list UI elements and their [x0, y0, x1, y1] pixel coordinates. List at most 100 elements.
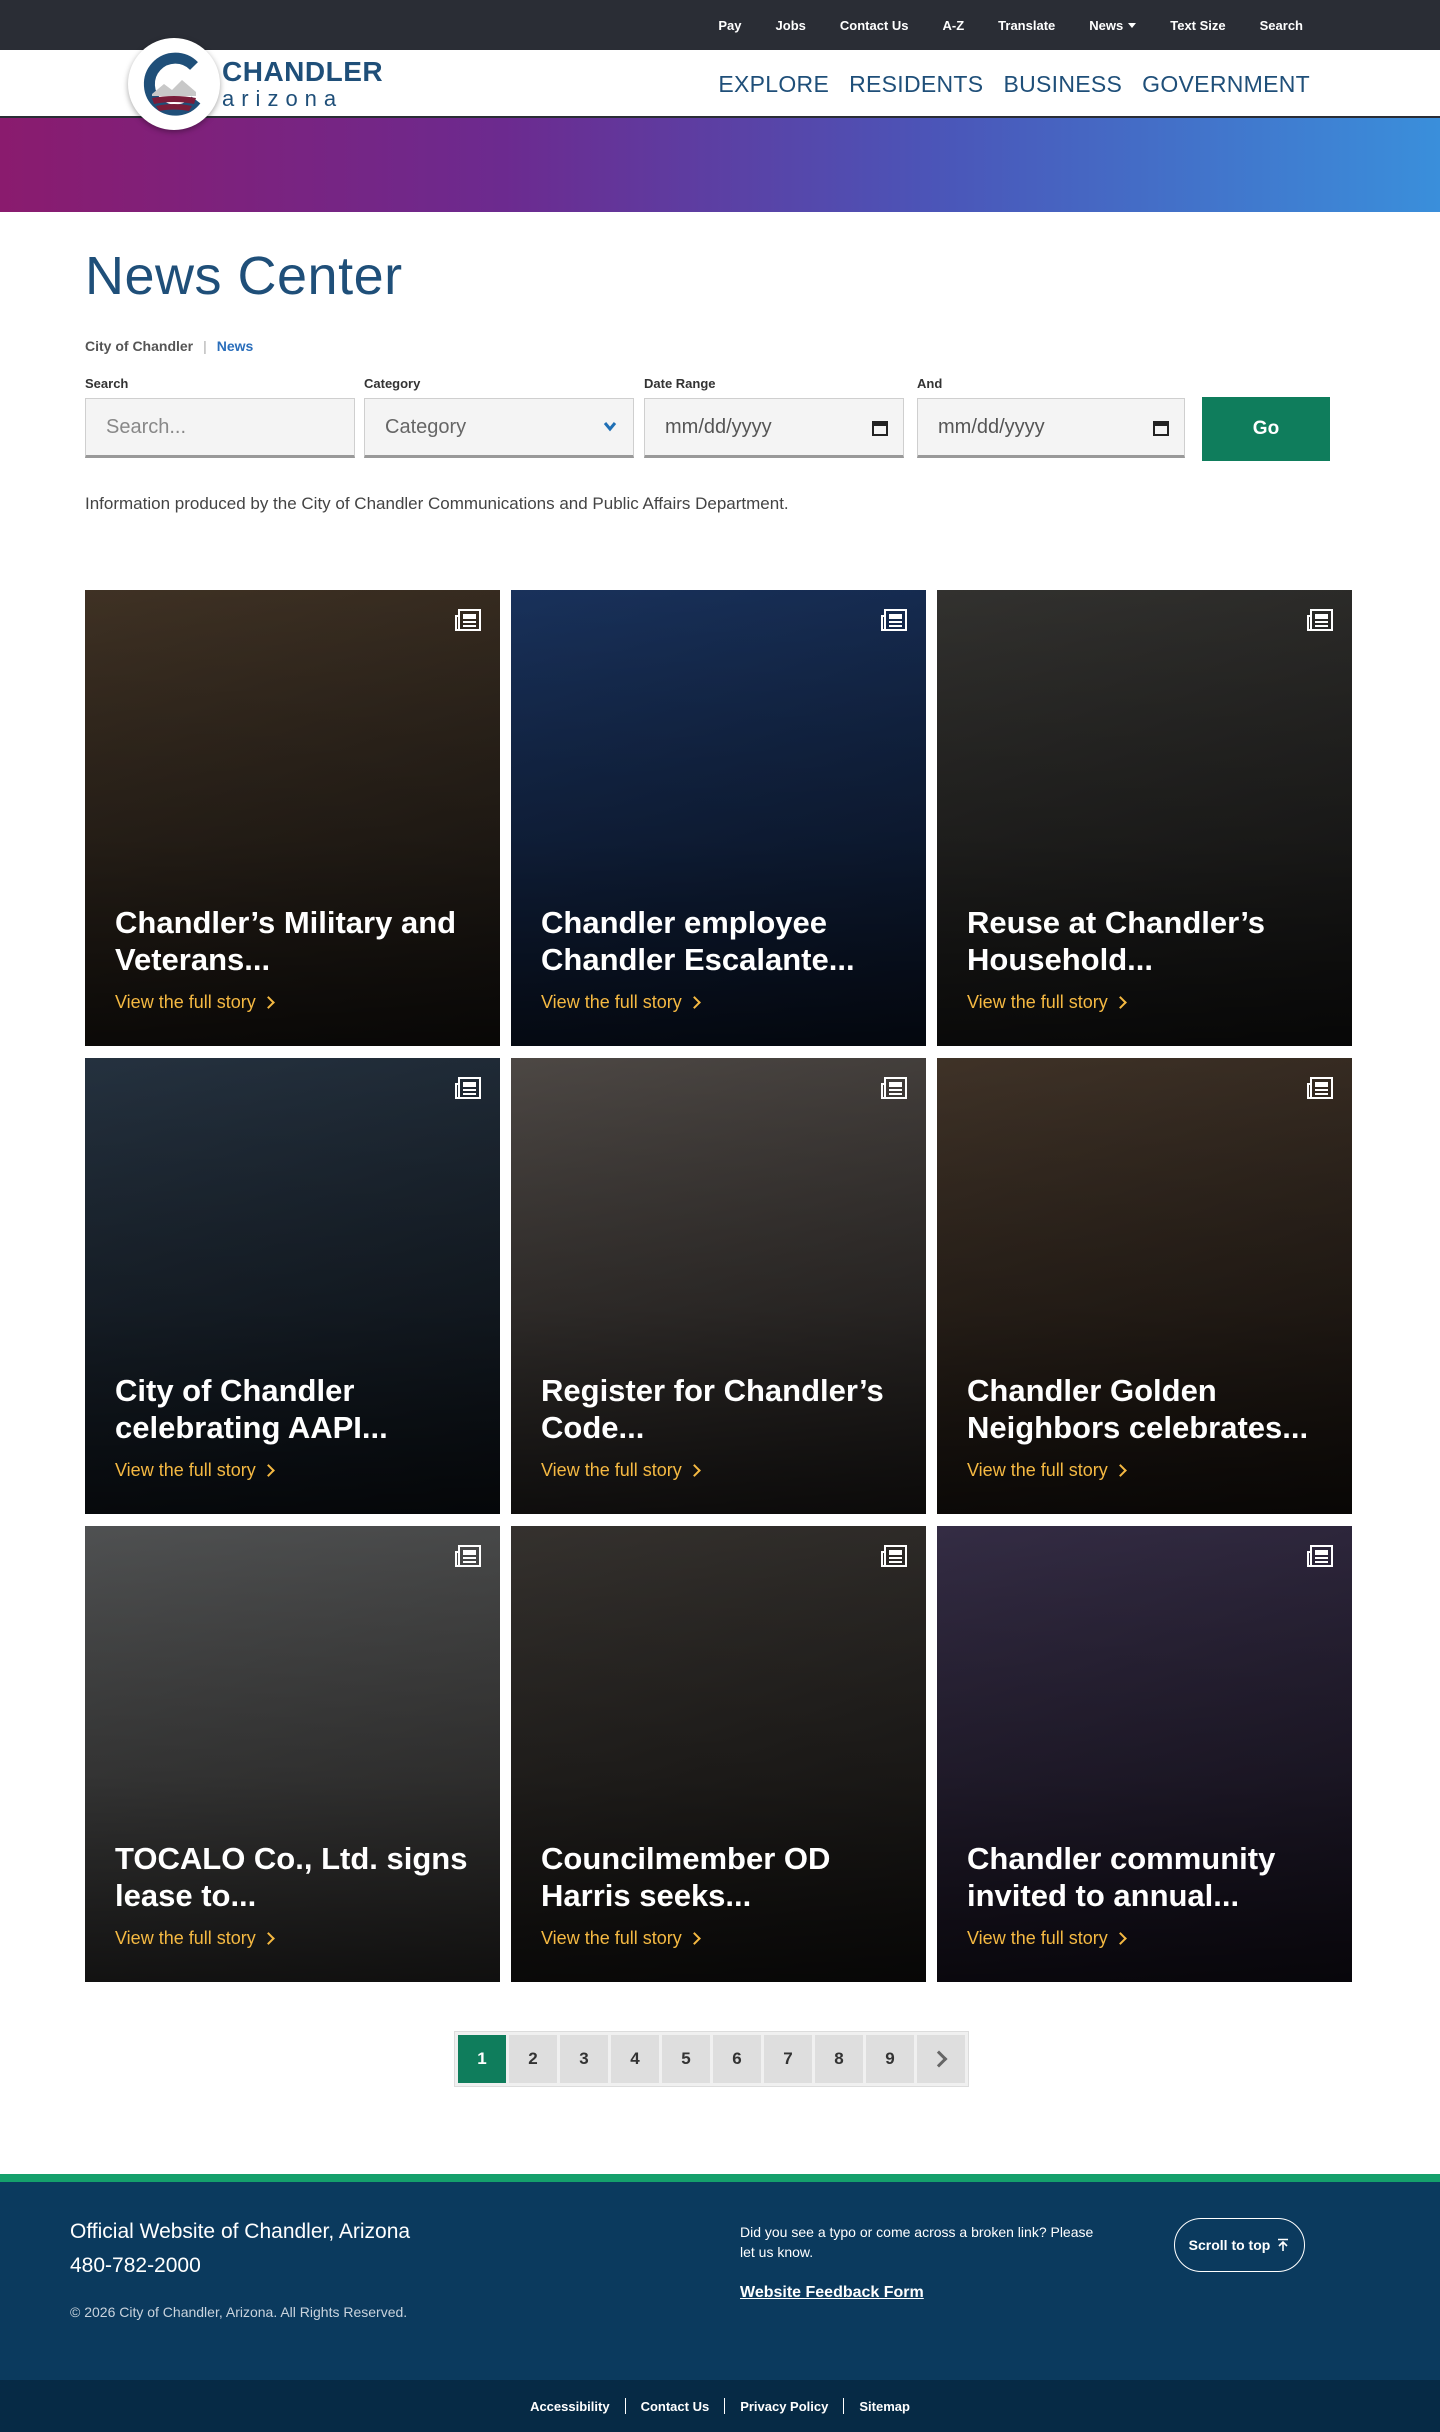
chevron-down-icon	[603, 422, 617, 432]
news-card-link[interactable]: View the full story	[115, 1928, 275, 1949]
category-label: Category	[364, 376, 421, 391]
arrow-up-icon	[1278, 2238, 1289, 2251]
utility-link-translate[interactable]: Translate	[981, 18, 1072, 33]
news-card-link[interactable]: View the full story	[115, 1460, 275, 1481]
chevron-right-icon	[1113, 1932, 1127, 1945]
news-card-title: City of Chandler celebrating AAPI...	[115, 1373, 388, 1445]
caret-down-icon	[1128, 22, 1137, 28]
utility-link-search[interactable]: Search	[1243, 18, 1320, 33]
utility-link-label: Jobs	[775, 17, 806, 33]
newspaper-icon	[881, 1545, 907, 1567]
news-card[interactable]: Councilmember OD Harris seeks... View the…	[511, 1526, 926, 1982]
news-card[interactable]: Chandler Golden Neighbors celebrates... V…	[937, 1058, 1352, 1514]
chevron-right-icon	[930, 2050, 948, 2068]
news-card-link[interactable]: View the full story	[967, 1928, 1127, 1949]
footer-phone[interactable]: 480-782-2000	[70, 2254, 201, 2278]
breadcrumb-separator: |	[203, 338, 207, 354]
bottom-link-accessibility[interactable]: Accessibility	[515, 2399, 625, 2414]
utility-link-contact-us[interactable]: Contact Us	[823, 18, 926, 33]
news-card-link-label: View the full story	[115, 1460, 256, 1480]
scroll-to-top-button[interactable]: Scroll to top	[1174, 2218, 1305, 2272]
utility-link-label: Search	[1259, 17, 1303, 33]
next-page-button[interactable]	[917, 2035, 965, 2083]
utility-nav: Pay Jobs Contact Us A-Z Translate News T…	[701, 0, 1320, 50]
news-card-link-label: View the full story	[967, 992, 1108, 1012]
site-logo[interactable]: CHANDLER arizona	[128, 38, 383, 130]
news-card-link[interactable]: View the full story	[115, 992, 275, 1013]
feedback-form-link[interactable]: Website Feedback Form	[740, 2284, 924, 2302]
scroll-to-top-label: Scroll to top	[1188, 2237, 1271, 2253]
logo-wordmark: CHANDLER arizona	[222, 58, 383, 110]
date-to-input[interactable]: mm/dd/yyyy	[917, 398, 1185, 458]
page-title: News Center	[85, 246, 403, 306]
news-card-link[interactable]: View the full story	[967, 992, 1127, 1013]
date-from-input[interactable]: mm/dd/yyyy	[644, 398, 904, 458]
utility-link-a-z[interactable]: A-Z	[926, 18, 982, 33]
footer-copyright: © 2026 City of Chandler, Arizona. All Ri…	[70, 2304, 408, 2320]
news-card[interactable]: Chandler community invited to annual... V…	[937, 1526, 1352, 1982]
page-button-3[interactable]: 3	[560, 2035, 608, 2083]
chevron-right-icon	[687, 1932, 701, 1945]
newspaper-icon	[881, 609, 907, 631]
search-input[interactable]: Search...	[85, 398, 355, 458]
nav-item-residents[interactable]: RESIDENTS	[849, 71, 983, 98]
chevron-right-icon	[261, 996, 275, 1009]
page-button-7[interactable]: 7	[764, 2035, 812, 2083]
utility-link-label: Translate	[998, 17, 1056, 33]
page-button-6[interactable]: 6	[713, 2035, 761, 2083]
breadcrumb-home-link[interactable]: City of Chandler	[85, 338, 193, 354]
utility-link-jobs[interactable]: Jobs	[759, 18, 823, 33]
page-button-5[interactable]: 5	[662, 2035, 710, 2083]
utility-link-label: Contact Us	[839, 17, 909, 33]
calendar-icon[interactable]	[871, 419, 889, 437]
chevron-right-icon	[1113, 996, 1127, 1009]
page-button-9[interactable]: 9	[866, 2035, 914, 2083]
news-card[interactable]: Chandler employee Chandler Escalante... V…	[511, 590, 926, 1046]
utility-link-label: A-Z	[942, 17, 965, 33]
news-card-link[interactable]: View the full story	[967, 1460, 1127, 1481]
utility-link-news[interactable]: News	[1072, 18, 1153, 33]
news-card-link-label: View the full story	[541, 992, 682, 1012]
chevron-right-icon	[261, 1464, 275, 1477]
news-card-link[interactable]: View the full story	[541, 1928, 701, 1949]
footer-site-name: Official Website of Chandler, Arizona	[70, 2220, 411, 2243]
news-card[interactable]: Chandler’s Military and Veterans... View …	[85, 590, 500, 1046]
utility-link-label: Pay	[718, 17, 742, 33]
newspaper-icon	[1307, 609, 1333, 631]
news-card-title: TOCALO Co., Ltd. signs lease to...	[115, 1841, 468, 1913]
bottom-bar: Accessibility Contact Us Privacy Policy …	[0, 2380, 1440, 2432]
bottom-link-contact-us[interactable]: Contact Us	[626, 2399, 725, 2414]
page-button-8[interactable]: 8	[815, 2035, 863, 2083]
nav-item-business[interactable]: BUSINESS	[1003, 71, 1122, 98]
news-card[interactable]: Reuse at Chandler’s Household... View the…	[937, 590, 1352, 1046]
news-card[interactable]: Register for Chandler’s Code... View the …	[511, 1058, 926, 1514]
bottom-link-privacy-policy[interactable]: Privacy Policy	[725, 2399, 843, 2414]
date-from-label: Date Range	[644, 376, 716, 391]
hero-banner	[0, 118, 1440, 212]
footer: Official Website of Chandler, Arizona 48…	[0, 2174, 1440, 2380]
category-select[interactable]: Category	[364, 398, 634, 458]
news-card[interactable]: TOCALO Co., Ltd. signs lease to... View t…	[85, 1526, 500, 1982]
go-button[interactable]: Go	[1202, 397, 1330, 461]
footer-typo-text: Did you see a typo or come across a brok…	[740, 2224, 1094, 2261]
news-card-link[interactable]: View the full story	[541, 1460, 701, 1481]
news-card-link[interactable]: View the full story	[541, 992, 701, 1013]
page-button-2[interactable]: 2	[509, 2035, 557, 2083]
news-card-title: Councilmember OD Harris seeks...	[541, 1841, 831, 1913]
utility-link-text-size[interactable]: Text Size	[1153, 18, 1242, 33]
news-card-title: Chandler Golden Neighbors celebrates...	[967, 1373, 1309, 1445]
logo-emblem-icon	[128, 38, 220, 130]
news-card[interactable]: City of Chandler celebrating AAPI... View…	[85, 1058, 500, 1514]
breadcrumb-current-link[interactable]: News	[217, 338, 254, 354]
news-card-link-label: View the full story	[115, 992, 256, 1012]
calendar-icon[interactable]	[1152, 419, 1170, 437]
page-button-1[interactable]: 1	[458, 2035, 506, 2083]
news-card-link-label: View the full story	[541, 1928, 682, 1948]
page-button-4[interactable]: 4	[611, 2035, 659, 2083]
breadcrumb: City of Chandler | News	[85, 338, 253, 354]
bottom-link-sitemap[interactable]: Sitemap	[844, 2399, 925, 2414]
utility-link-pay[interactable]: Pay	[701, 18, 758, 33]
nav-item-explore[interactable]: EXPLORE	[718, 71, 829, 98]
nav-item-government[interactable]: GOVERNMENT	[1142, 71, 1310, 98]
date-from-placeholder: mm/dd/yyyy	[665, 415, 772, 438]
